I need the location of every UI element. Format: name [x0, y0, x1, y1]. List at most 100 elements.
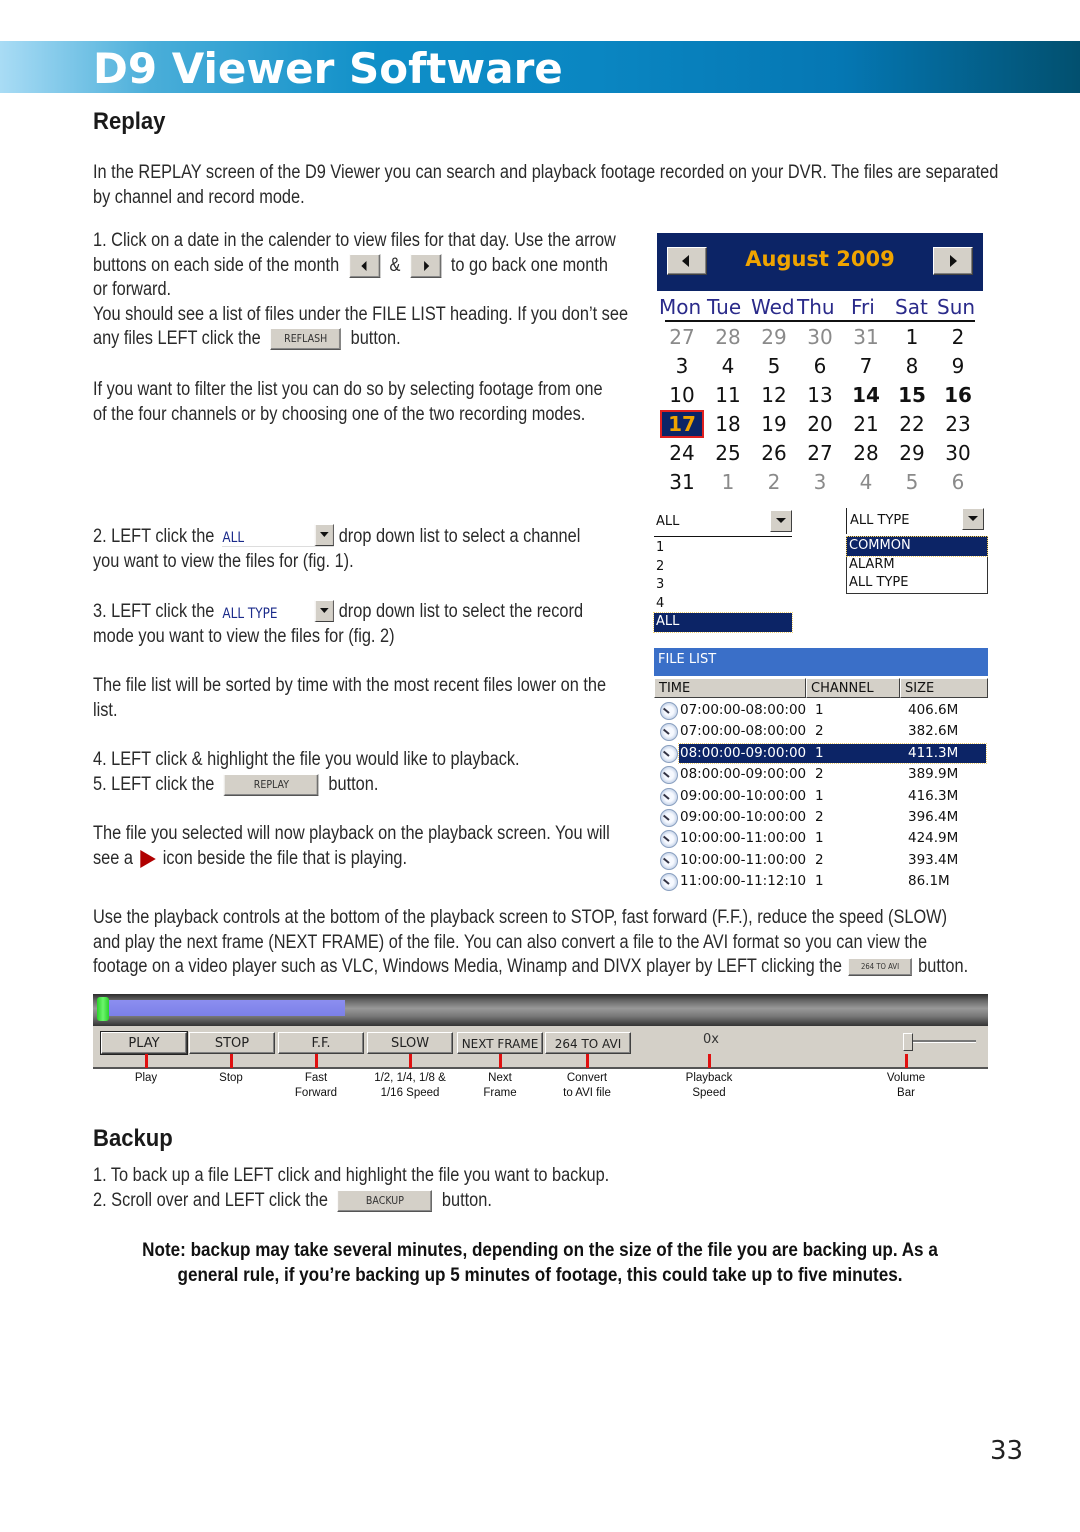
caption-line: to AVI file: [563, 1087, 611, 1099]
type-dropdown[interactable]: ALL TYPE COMMON ALARM ALL TYPE: [846, 508, 988, 594]
channel-option[interactable]: 2: [654, 558, 792, 577]
calendar-day[interactable]: 28: [846, 441, 886, 465]
calendar-day[interactable]: 3: [800, 470, 840, 494]
calendar-day[interactable]: 15: [892, 383, 932, 407]
dropdown-arrow-icon[interactable]: [962, 508, 984, 530]
calendar-day[interactable]: 10: [662, 383, 702, 407]
stop-button[interactable]: STOP: [189, 1032, 275, 1054]
type-option[interactable]: ALL TYPE: [847, 574, 987, 593]
channel-dropdown[interactable]: ALL 1 2 3 4 ALL: [653, 510, 794, 634]
file-row[interactable]: 08:00:00-09:00:00 1 411.3M: [654, 742, 988, 764]
reflash-button-sample: REFLASH: [270, 328, 341, 351]
channel-option[interactable]: 3: [654, 576, 792, 595]
calendar-day[interactable]: 31: [846, 325, 886, 349]
caption-line: Volume: [886, 1072, 926, 1084]
clock-icon: [660, 830, 678, 849]
calendar-day[interactable]: 27: [800, 441, 840, 465]
calendar-day[interactable]: 28: [708, 325, 748, 349]
calendar-day[interactable]: 23: [938, 412, 978, 436]
clock-icon: [660, 723, 678, 742]
calendar-day[interactable]: 5: [754, 354, 794, 378]
channel-option[interactable]: 4: [654, 595, 792, 614]
caption-play: Play: [106, 1071, 186, 1086]
file-row[interactable]: 07:00:00-08:00:00 2 382.6M: [654, 721, 988, 742]
file-row[interactable]: 10:00:00-11:00:00 1 424.9M: [654, 828, 988, 849]
file-time: 11:00:00-11:12:10: [680, 873, 807, 890]
file-row[interactable]: 11:00:00-11:12:10 1 86.1M: [654, 871, 988, 892]
step-2-line: you want to view the files for (fig. 1).: [93, 550, 354, 572]
calendar-day[interactable]: 14: [846, 383, 886, 407]
type-option[interactable]: COMMON: [846, 536, 988, 557]
file-row[interactable]: 09:00:00-10:00:00 1 416.3M: [654, 786, 988, 807]
file-time: 10:00:00-11:00:00: [680, 830, 807, 847]
calendar-day[interactable]: 22: [892, 412, 932, 436]
calendar-day[interactable]: 3: [662, 354, 702, 378]
step-1-line: or forward.: [93, 279, 172, 301]
calendar-day[interactable]: 8: [892, 354, 932, 378]
step-2-text-a: 2. LEFT click the: [93, 526, 215, 547]
channel-option[interactable]: 1: [654, 539, 792, 558]
file-row[interactable]: 09:00:00-10:00:00 2 396.4M: [654, 807, 988, 828]
calendar-day[interactable]: 6: [938, 470, 978, 494]
calendar-day[interactable]: 20: [800, 412, 840, 436]
calendar-day[interactable]: 13: [800, 383, 840, 407]
dropdown-arrow-icon[interactable]: [770, 510, 792, 532]
file-row[interactable]: 07:00:00-08:00:00 1 406.6M: [654, 700, 988, 721]
column-channel[interactable]: CHANNEL: [806, 678, 900, 698]
file-row[interactable]: 10:00:00-11:00:00 2 393.4M: [654, 850, 988, 871]
step-1-text-a: buttons on each side of the month: [93, 254, 340, 276]
note-line-2: general rule, if you’re backing up 5 min…: [177, 1265, 903, 1286]
progress-track[interactable]: [93, 994, 988, 1026]
convert-avi-button[interactable]: 264 TO AVI: [545, 1032, 631, 1054]
calendar-day[interactable]: 5: [892, 470, 932, 494]
column-time[interactable]: TIME: [654, 678, 806, 698]
slow-button[interactable]: SLOW: [367, 1032, 453, 1054]
calendar-day[interactable]: 12: [754, 383, 794, 407]
step-1-line: any files LEFT click the REFLASH button.: [93, 327, 628, 352]
step-4-line: 4. LEFT click & highlight the file you w…: [93, 749, 520, 770]
calendar-day[interactable]: 2: [938, 325, 978, 349]
play-indicator-icon: [140, 849, 156, 868]
progress-handle[interactable]: [97, 997, 109, 1021]
file-time: 08:00:00-09:00:00: [680, 766, 807, 783]
calendar-day[interactable]: 4: [708, 354, 748, 378]
column-size[interactable]: SIZE: [900, 678, 988, 698]
calendar-day[interactable]: 21: [846, 412, 886, 436]
next-month-button[interactable]: [933, 247, 973, 275]
calendar-day[interactable]: 16: [938, 383, 978, 407]
calendar-day[interactable]: 18: [708, 412, 748, 436]
calendar-day[interactable]: 26: [754, 441, 794, 465]
calendar-day[interactable]: 2: [754, 470, 794, 494]
channel-option[interactable]: ALL: [653, 612, 793, 633]
file-time: 09:00:00-10:00:00: [680, 787, 807, 804]
calendar-day[interactable]: 31: [662, 470, 702, 494]
next-frame-button[interactable]: NEXT FRAME: [457, 1032, 543, 1054]
calendar-day[interactable]: 7: [846, 354, 886, 378]
calendar-day[interactable]: 6: [800, 354, 840, 378]
calendar-day[interactable]: 19: [754, 412, 794, 436]
type-option[interactable]: ALARM: [847, 556, 987, 575]
dropdown-arrow-icon: [315, 524, 335, 547]
file-row[interactable]: 08:00:00-09:00:00 2 389.9M: [654, 764, 988, 785]
calendar-day[interactable]: 27: [662, 325, 702, 349]
fast-forward-button[interactable]: F.F.: [278, 1032, 364, 1054]
calendar-day[interactable]: 24: [662, 441, 702, 465]
calendar-day[interactable]: 9: [938, 354, 978, 378]
calendar-day[interactable]: 30: [938, 441, 978, 465]
calendar-day[interactable]: 11: [708, 383, 748, 407]
calendar-day[interactable]: 29: [892, 441, 932, 465]
weekday-sun: Sun: [937, 295, 976, 319]
replay-intro: In the REPLAY screen of the D9 Viewer yo…: [93, 161, 998, 210]
calendar-day[interactable]: 17: [660, 410, 704, 438]
calendar-day[interactable]: 25: [708, 441, 748, 465]
play-button[interactable]: PLAY: [100, 1031, 188, 1055]
caption-slow: 1/2, 1/4, 1/8 & 1/16 Speed: [370, 1071, 450, 1101]
prev-month-button[interactable]: [667, 247, 707, 275]
volume-track[interactable]: [908, 1040, 976, 1043]
calendar-day[interactable]: 29: [754, 325, 794, 349]
calendar-day[interactable]: 30: [800, 325, 840, 349]
calendar-day[interactable]: 1: [892, 325, 932, 349]
calendar-day[interactable]: 1: [708, 470, 748, 494]
volume-slider[interactable]: [903, 1033, 913, 1051]
calendar-day[interactable]: 4: [846, 470, 886, 494]
